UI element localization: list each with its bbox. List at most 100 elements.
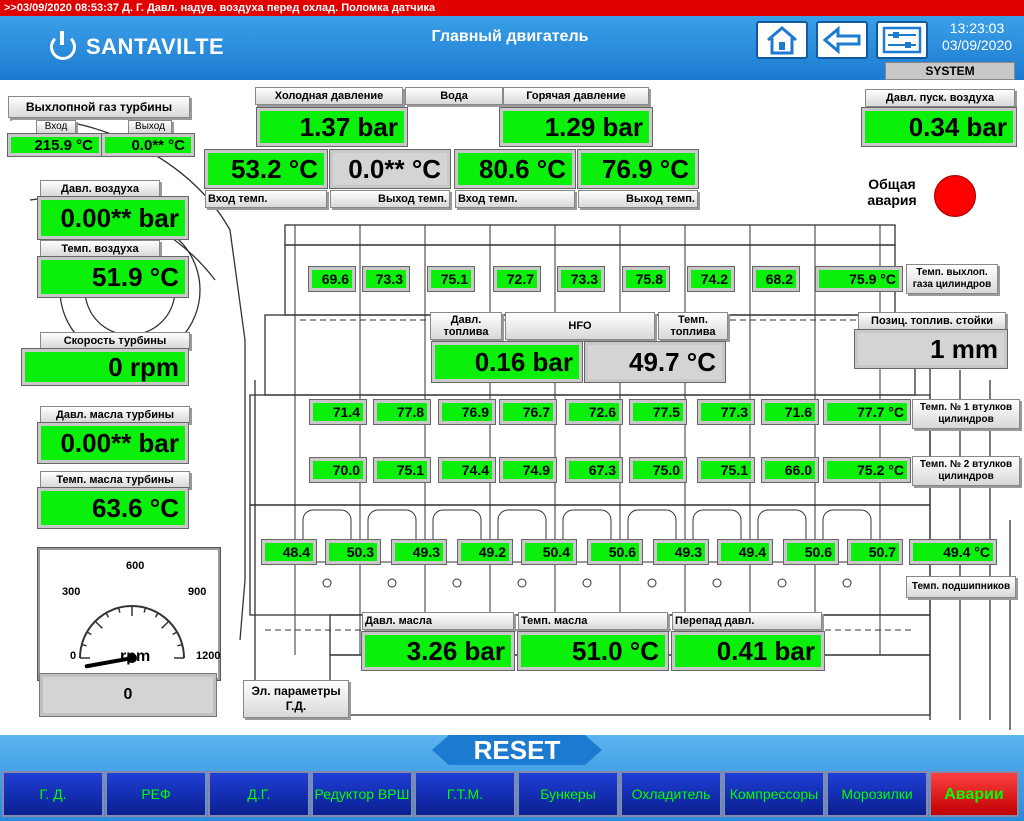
fuel-temp-value: 49.7 °C [584,341,726,383]
gauge-tick [177,643,183,647]
start-air-value: 0.34 bar [861,107,1017,147]
nav-button-2[interactable]: РЕФ [105,771,207,817]
reset-button[interactable]: RESET [432,735,602,765]
cold-pressure-value: 1.37 bar [256,107,408,147]
rpm-tick-300: 300 [62,586,81,598]
nav-button-8[interactable]: Компрессоры [723,771,825,817]
liner1-value-3: 76.9 [438,399,496,425]
oil-diff-value: 0.41 bar [671,631,825,671]
turbo-exhaust-out-label: Выход [128,120,172,134]
water-label: Вода [405,87,503,105]
turbo-oil-pressure-value: 0.00** bar [37,422,189,464]
exhaust-cyl-value-7: 74.2 [687,266,735,292]
turbo-speed-value: 0 rpm [21,348,189,386]
turbo-speed-label: Скорость турбины [40,332,190,349]
cold-in-temp-value: 53.2 °C [204,149,328,189]
rpm-gauge: 0 300 600 900 1200 rpm [37,547,221,681]
exhaust-cyl-value-9: 75.9 °C [815,266,903,292]
liner1-value-2: 77.8 [373,399,431,425]
bolt [517,578,527,588]
turbo-exhaust-in-label: Вход [36,120,76,134]
back-button[interactable] [816,21,868,59]
turbo-exhaust-title: Выхлопной газ турбины [8,96,190,118]
power-icon [50,31,76,60]
main-panel: Выхлопной газ турбины Вход Выход 215.9 °… [0,80,1024,735]
cold-in-temp-label: Вход темп. [205,190,327,208]
bearing-value-3: 49.3 [391,539,447,565]
bearing-value-2: 50.3 [325,539,381,565]
rpm-unit: rpm [120,648,151,665]
clock: 13:23:03 03/09/2020 [932,20,1022,54]
bolt [842,578,852,588]
liner1-value-4: 76.7 [499,399,557,425]
gauge-tick [161,620,170,629]
sliders-icon [882,26,922,54]
rpm-tick-600: 600 [126,560,145,572]
system-button[interactable]: SYSTEM [885,62,1015,80]
exhaust-cyl-value-3: 75.1 [427,266,475,292]
liner2-value-5: 67.3 [565,457,623,483]
gauge-tick [105,612,110,618]
rpm-digital-value: 0 [39,673,217,717]
hot-in-temp-label: Вход темп. [455,190,575,208]
liner2-value-8: 66.0 [761,457,819,483]
exhaust-cyl-value-6: 75.8 [622,266,670,292]
el-params-button[interactable]: Эл. параметры Г.Д. [243,680,349,718]
settings-button[interactable] [876,21,928,59]
liner1-value-6: 77.5 [629,399,687,425]
gauge-tick [81,643,87,647]
bolt [582,578,592,588]
start-air-label: Давл. пуск. воздуха [865,89,1015,107]
cold-out-temp-label: Выход темп. [330,190,450,208]
liner2-value-4: 74.9 [499,457,557,483]
liner2-value-6: 75.0 [629,457,687,483]
turbo-oil-pressure-label: Давл. масла турбины [40,406,190,423]
hot-out-temp-value: 76.9 °C [577,149,699,189]
bearing-value-7: 49.3 [653,539,709,565]
oil-pressure-label: Давл. масла [362,612,514,630]
bolt [712,578,722,588]
bearing-value-8: 49.4 [717,539,773,565]
general-alarm-lamp [934,175,976,217]
rpm-tick-900: 900 [188,586,207,598]
back-arrow-icon [822,26,861,54]
gauge-tick [117,607,121,613]
fuel-pressure-label: Давл. топлива [430,312,502,340]
exhaust-cyl-label: Темп. выхлоп. газа цилиндров [906,264,998,294]
nav-button-7[interactable]: Охладитель [620,771,722,817]
gauge-tick [94,620,103,629]
nav-button-5[interactable]: Г.Т.М. [414,771,516,817]
liner1-value-5: 72.6 [565,399,623,425]
exhaust-cyl-value-1: 69.6 [308,266,356,292]
bolt [387,578,397,588]
bolt [647,578,657,588]
liner1-label: Темп. № 1 втулков цилиндров [912,399,1020,429]
hot-pressure-label: Горячая давление [503,87,649,105]
liner1-value-8: 71.6 [761,399,819,425]
clock-date: 03/09/2020 [941,37,1013,53]
nav-button-6[interactable]: Бункеры [517,771,619,817]
hot-pressure-value: 1.29 bar [499,107,653,147]
nav-button-1[interactable]: Г. Д. [2,771,104,817]
liner2-value-3: 74.4 [438,457,496,483]
home-button[interactable] [756,21,808,59]
liner2-value-2: 75.1 [373,457,431,483]
gauge-tick [143,607,147,613]
rpm-tick-0: 0 [70,650,77,662]
nav-button-4[interactable]: Редуктор ВРШ [311,771,413,817]
liner1-value-1: 71.4 [309,399,367,425]
bearing-value-4: 49.2 [457,539,513,565]
liner2-label: Темп. № 2 втулков цилиндров [912,456,1020,486]
bearing-value-9: 50.6 [783,539,839,565]
gauge-tick [172,631,178,636]
nav-button-3[interactable]: Д.Г. [208,771,310,817]
general-alarm-label: Общая авария [867,176,917,208]
liner2-value-1: 70.0 [309,457,367,483]
air-temp-label: Темп. воздуха [40,240,160,257]
home-icon [767,26,797,55]
turbo-oil-temp-value: 63.6 °C [37,487,189,529]
nav-button-10[interactable]: Аварии [929,771,1019,817]
turbo-oil-temp-label: Темп. масла турбины [40,471,190,488]
alarm-banner[interactable]: >>03/09/2020 08:53:37 Д. Г. Давл. надув.… [0,0,1024,16]
nav-button-9[interactable]: Морозилки [826,771,928,817]
